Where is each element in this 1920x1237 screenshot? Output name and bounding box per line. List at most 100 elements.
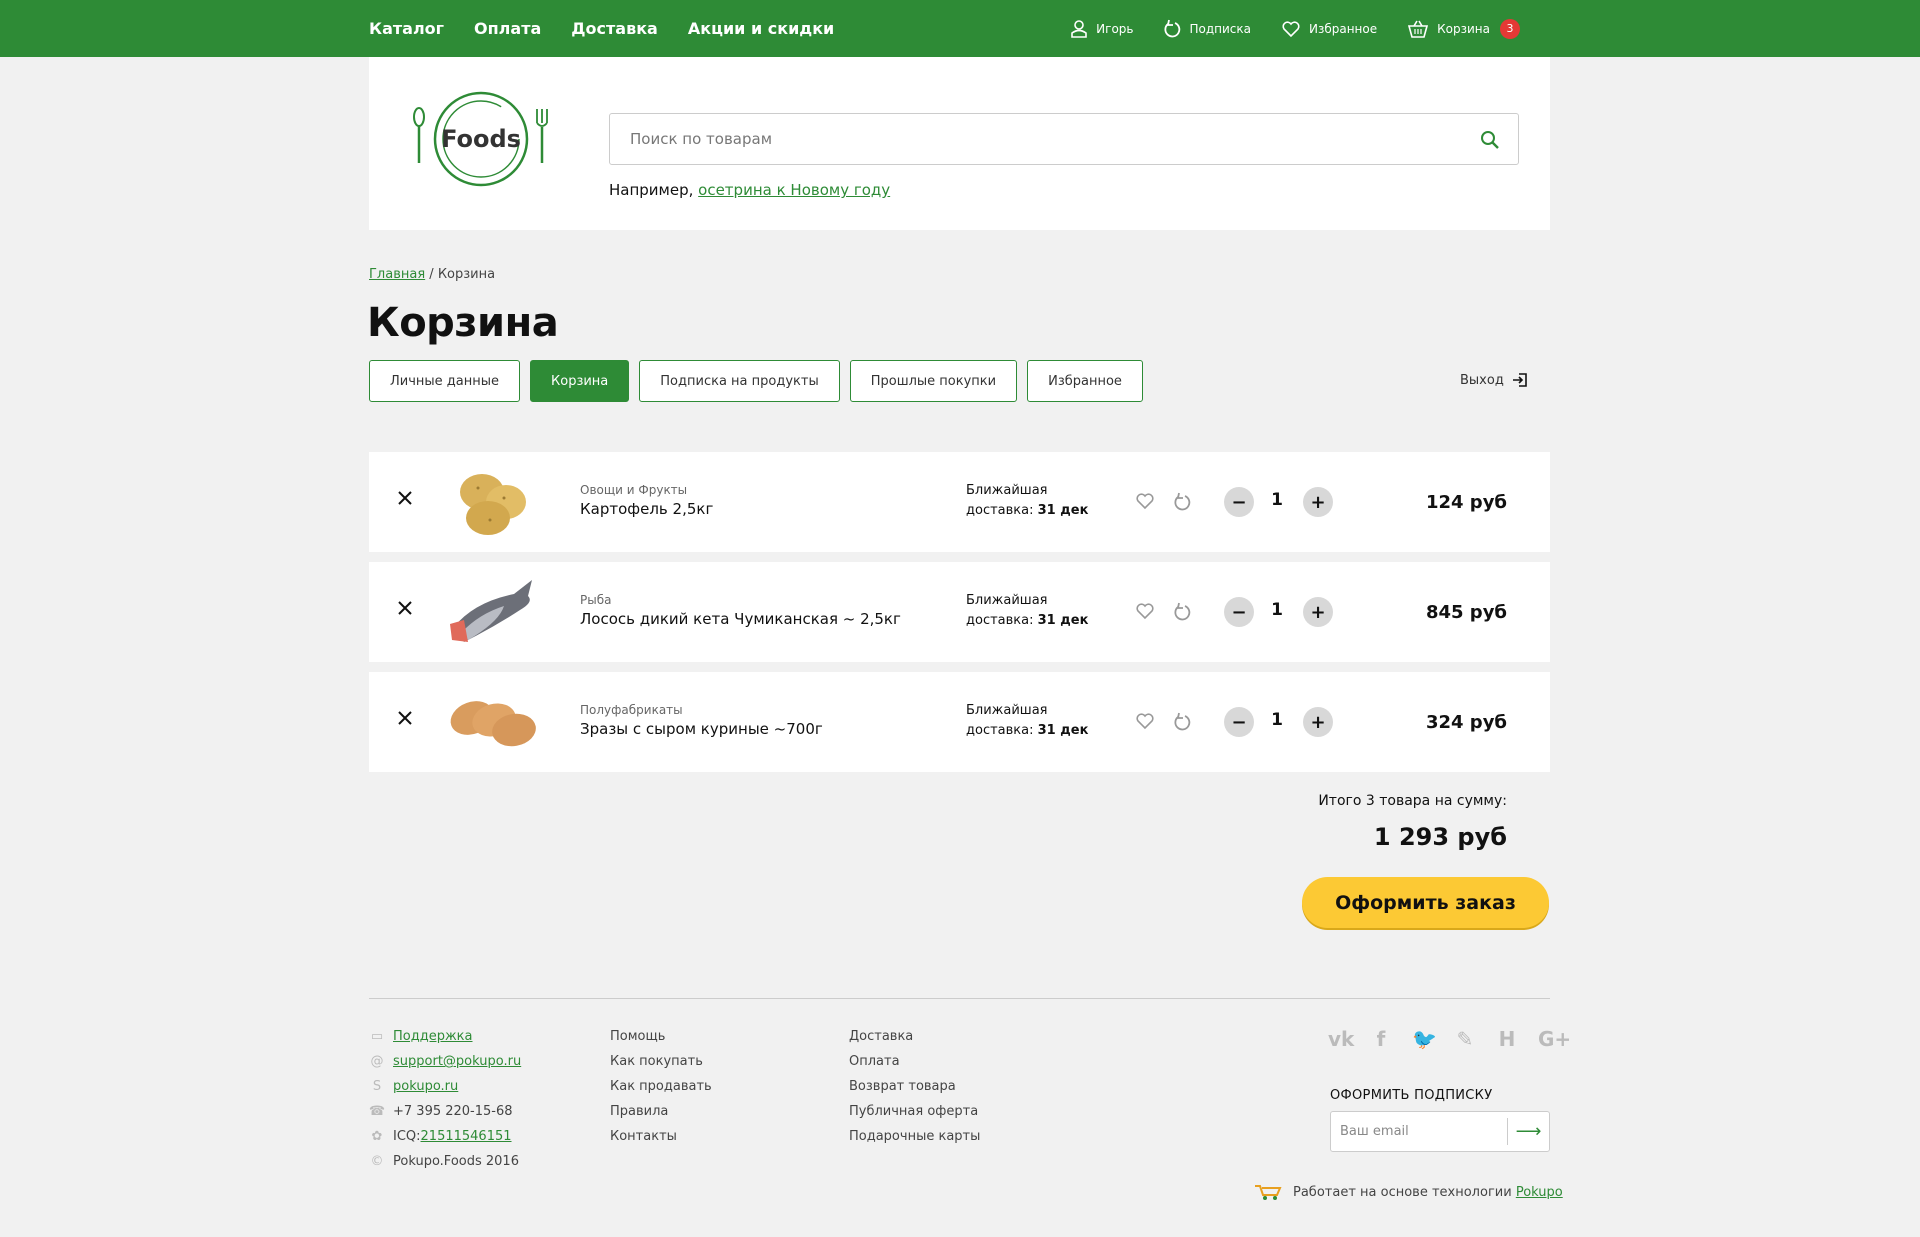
footer-link-delivery[interactable]: Доставка	[849, 1024, 980, 1049]
tab-past-purchases[interactable]: Прошлые покупки	[849, 360, 1018, 402]
subscription-label: Подписка	[1189, 21, 1251, 36]
increase-qty-button[interactable]: +	[1303, 487, 1333, 517]
subscribe-email-input[interactable]	[1331, 1112, 1506, 1151]
user-link[interactable]: Игорь	[1070, 19, 1133, 39]
item-category: Овощи и Фрукты	[580, 483, 688, 497]
delivery-label: Ближайшая	[966, 483, 1048, 498]
item-category: Полуфабрикаты	[580, 703, 683, 717]
delivery-info: Ближайшая доставка: 31 дек	[966, 701, 1088, 741]
site-header: Foods Например, осетрина к Новому году	[369, 57, 1550, 230]
item-price: 324 руб	[1425, 712, 1507, 733]
facebook-icon[interactable]: f	[1370, 1027, 1392, 1051]
footer-link-contacts[interactable]: Контакты	[610, 1124, 712, 1149]
search-example-link[interactable]: осетрина к Новому году	[698, 181, 890, 199]
footer-link-gift-cards[interactable]: Подарочные карты	[849, 1124, 980, 1149]
habr-icon[interactable]: H	[1496, 1027, 1518, 1051]
remove-icon[interactable]	[397, 490, 413, 506]
nav-payment[interactable]: Оплата	[474, 19, 541, 38]
search-input[interactable]	[610, 114, 1430, 164]
livejournal-icon[interactable]: ✎	[1454, 1027, 1476, 1051]
icq-prefix: ICQ:	[393, 1129, 421, 1144]
breadcrumb-home[interactable]: Главная	[369, 267, 425, 282]
search-box	[609, 113, 1519, 165]
delivery-label: Ближайшая	[966, 593, 1048, 608]
support-email-link[interactable]: support@pokupo.ru	[393, 1054, 521, 1069]
cart-link[interactable]: Корзина 3	[1407, 18, 1520, 39]
item-name[interactable]: Картофель 2,5кг	[580, 500, 713, 518]
footer-link-help[interactable]: Помощь	[610, 1024, 712, 1049]
tab-cart[interactable]: Корзина	[530, 360, 630, 402]
refresh-icon[interactable]	[1173, 602, 1191, 622]
logout-label: Выход	[1460, 372, 1504, 388]
delivery-label: Ближайшая	[966, 703, 1048, 718]
icq-link[interactable]: 21511546151	[421, 1129, 512, 1144]
search-example: Например, осетрина к Новому году	[609, 181, 890, 199]
footer-link-payment[interactable]: Оплата	[849, 1049, 980, 1074]
powered-by: Работает на основе технологии Pokupo	[1253, 1183, 1563, 1201]
decrease-qty-button[interactable]: −	[1224, 597, 1254, 627]
increase-qty-button[interactable]: +	[1303, 597, 1333, 627]
subscribe-title: ОФОРМИТЬ ПОДПИСКУ	[1330, 1088, 1493, 1103]
tab-personal-data[interactable]: Личные данные	[369, 360, 521, 402]
nav-delivery[interactable]: Доставка	[571, 19, 658, 38]
cart-item: Рыба Лосось дикий кета Чумиканская ~ 2,5…	[369, 562, 1550, 662]
total-label: Итого 3 товара на сумму:	[1318, 793, 1507, 809]
refresh-icon[interactable]	[1173, 492, 1191, 512]
copyright-text: Pokupo.Foods 2016	[393, 1154, 519, 1169]
nav-promotions[interactable]: Акции и скидки	[688, 19, 834, 38]
footer-contacts: ▭ Поддержка @ support@pokupo.ru Spokupo.ru…	[369, 1024, 521, 1174]
delivery-date: 31 дек	[1037, 723, 1089, 738]
heart-icon[interactable]	[1135, 602, 1155, 620]
delivery-info: Ближайшая доставка: 31 дек	[966, 591, 1088, 631]
refresh-icon[interactable]	[1173, 712, 1191, 732]
delivery-info: Ближайшая доставка: 31 дек	[966, 481, 1088, 521]
twitter-icon[interactable]: 🐦	[1412, 1027, 1437, 1051]
item-name[interactable]: Лосось дикий кета Чумиканская ~ 2,5кг	[580, 610, 901, 628]
remove-icon[interactable]	[397, 600, 413, 616]
footer-link-how-to-buy[interactable]: Как покупать	[610, 1049, 712, 1074]
powered-text: Работает на основе технологии	[1293, 1184, 1516, 1200]
decrease-qty-button[interactable]: −	[1224, 487, 1254, 517]
footer-link-how-to-sell[interactable]: Как продавать	[610, 1074, 712, 1099]
top-utilities: Игорь Подписка Избранное Корзина 3	[1070, 0, 1520, 57]
item-category: Рыба	[580, 593, 612, 607]
subscription-link[interactable]: Подписка	[1163, 19, 1251, 39]
favorites-link[interactable]: Избранное	[1281, 20, 1377, 38]
skype-icon: S	[372, 1079, 382, 1094]
google-plus-icon[interactable]: G+	[1538, 1027, 1571, 1051]
footer-divider	[369, 998, 1550, 999]
potatoes-image	[460, 474, 526, 535]
item-name[interactable]: Зразы с сыром куриные ~700г	[580, 720, 823, 738]
footer-link-offer[interactable]: Публичная оферта	[849, 1099, 980, 1124]
heart-icon[interactable]	[1135, 712, 1155, 730]
item-price: 845 руб	[1425, 602, 1507, 623]
foods-logo[interactable]: Foods	[411, 87, 551, 197]
vk-icon[interactable]: vk	[1328, 1027, 1354, 1051]
nav-catalog[interactable]: Каталог	[369, 19, 444, 38]
heart-icon[interactable]	[1135, 492, 1155, 510]
remove-icon[interactable]	[397, 710, 413, 726]
delivery-prefix: доставка:	[966, 723, 1034, 738]
footer-link-returns[interactable]: Возврат товара	[849, 1074, 980, 1099]
decrease-qty-button[interactable]: −	[1224, 707, 1254, 737]
place-order-button[interactable]: Оформить заказ	[1302, 877, 1549, 928]
cutlets-image	[450, 701, 536, 747]
user-name: Игорь	[1096, 21, 1134, 36]
total-value: 1 293 руб	[1373, 823, 1507, 851]
support-link[interactable]: Поддержка	[393, 1029, 473, 1044]
logout-button[interactable]: Выход	[1460, 372, 1528, 388]
search-icon[interactable]	[1480, 130, 1500, 150]
pokupo-link[interactable]: Pokupo	[1516, 1185, 1563, 1200]
tab-favorites[interactable]: Избранное	[1027, 360, 1143, 402]
delivery-prefix: доставка:	[966, 613, 1034, 628]
arrow-right-icon[interactable]: ⟶	[1507, 1118, 1549, 1145]
skype-link[interactable]: pokupo.ru	[393, 1079, 458, 1094]
footer-link-rules[interactable]: Правила	[610, 1099, 712, 1124]
cart-item: Овощи и Фрукты Картофель 2,5кг Ближайшая…	[369, 452, 1550, 552]
increase-qty-button[interactable]: +	[1303, 707, 1333, 737]
tab-product-subscription[interactable]: Подписка на продукты	[639, 360, 840, 402]
top-nav: Каталог Оплата Доставка Акции и скидки	[369, 0, 834, 57]
basket-icon	[1408, 20, 1429, 38]
item-price: 124 руб	[1425, 492, 1507, 513]
footer-info-links: Доставка Оплата Возврат товара Публичная…	[849, 1024, 980, 1149]
